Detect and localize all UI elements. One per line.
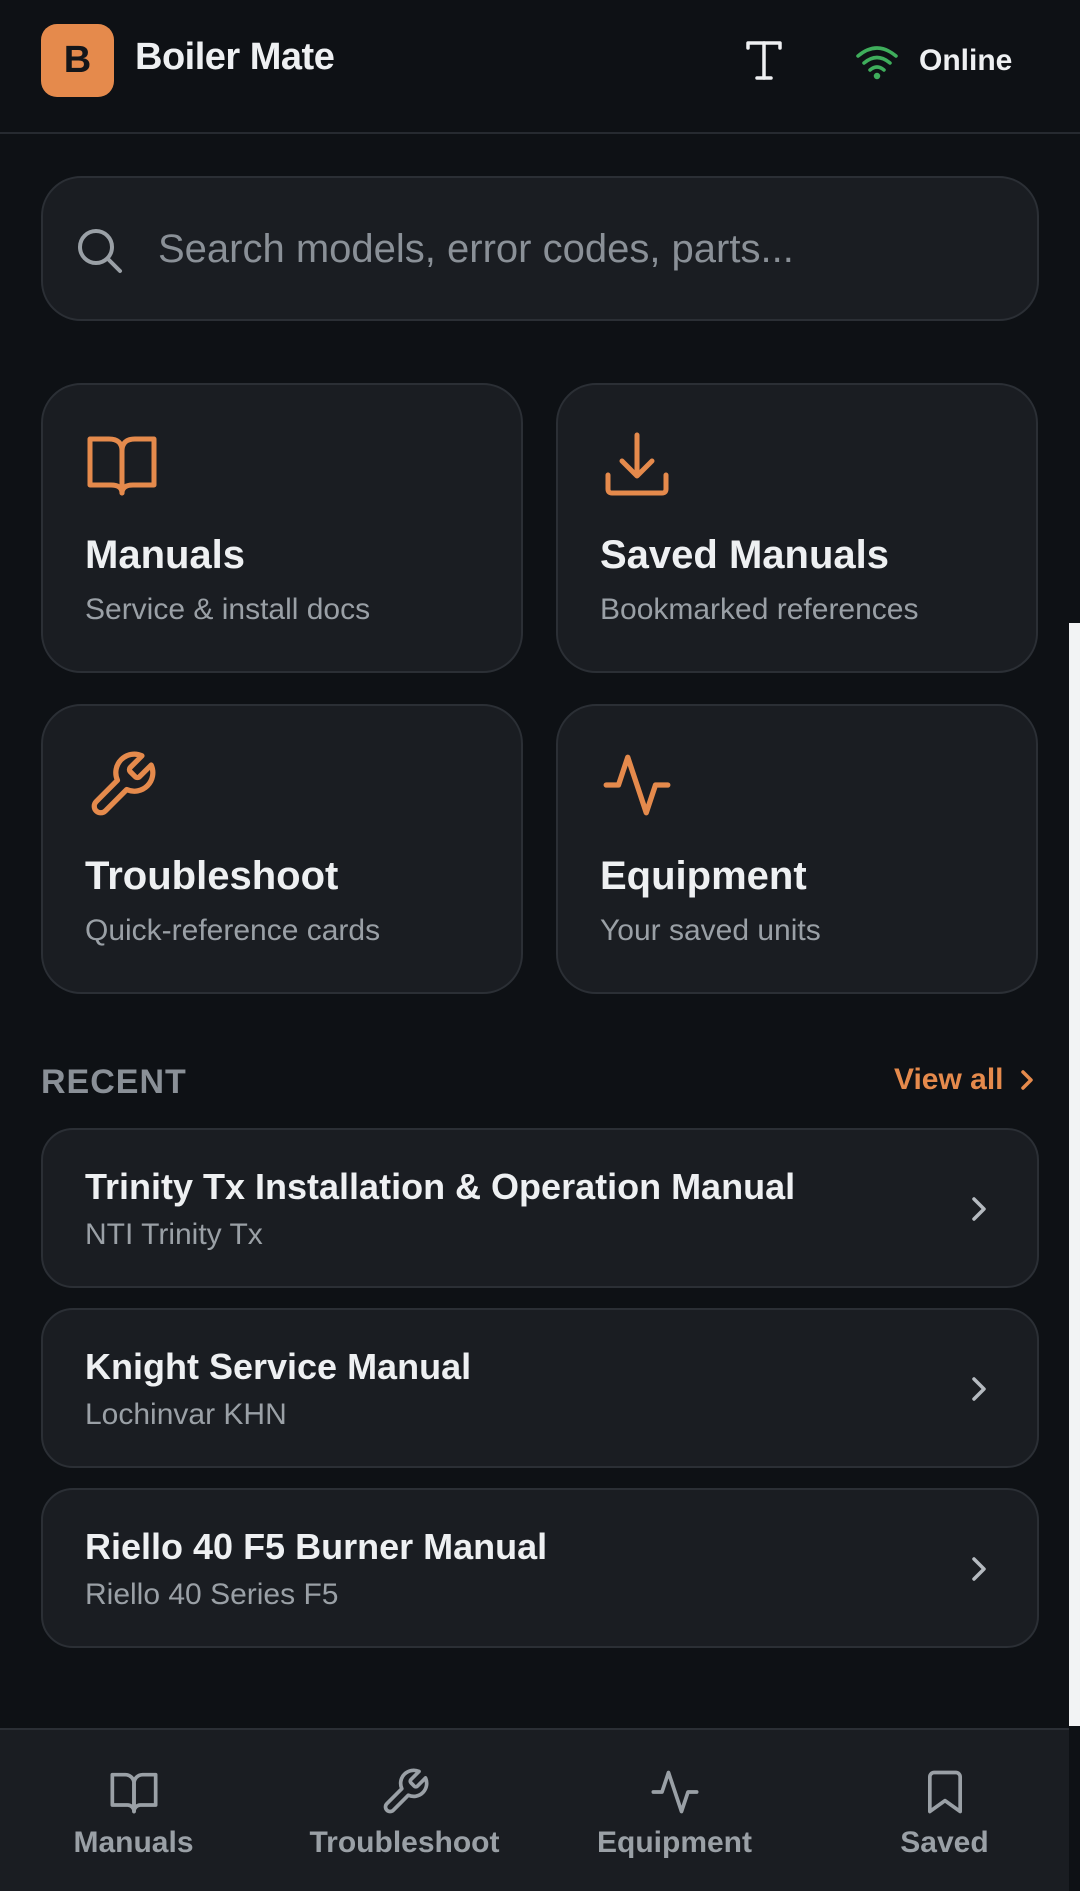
nav-label: Saved (900, 1826, 989, 1859)
connection-status: Online (919, 44, 1013, 77)
logo-letter: B (63, 39, 92, 81)
book-open-icon (109, 1772, 158, 1814)
recent-item[interactable]: Trinity Tx Installation & Operation Manu… (41, 1128, 1039, 1288)
app-logo: B (41, 24, 114, 97)
nav-item-saved[interactable]: Saved (811, 1730, 1078, 1891)
wrench-icon (383, 1768, 429, 1814)
recent-item-title: Trinity Tx Installation & Operation Manu… (85, 1166, 796, 1207)
chevron-right-icon (972, 1197, 986, 1221)
tile-subtitle: Your saved units (600, 914, 821, 947)
scrollbar[interactable] (1069, 623, 1080, 1726)
tile-title: Manuals (85, 533, 246, 577)
tile-equipment[interactable]: Equipment Your saved units (556, 704, 1038, 994)
recent-section-label: RECENT (41, 1063, 187, 1101)
text-size-icon[interactable] (740, 36, 788, 84)
search-input[interactable] (158, 208, 998, 290)
chevron-right-icon (1020, 1070, 1033, 1090)
tile-troubleshoot[interactable]: Troubleshoot Quick-reference cards (41, 704, 523, 994)
recent-item-subtitle: Riello 40 Series F5 (85, 1578, 339, 1611)
bottom-nav: Manuals Troubleshoot Equipment Saved (0, 1728, 1069, 1891)
tile-subtitle: Bookmarked references (600, 593, 919, 626)
download-icon (605, 432, 669, 496)
view-all-label: View all (894, 1063, 1004, 1096)
nav-label: Troubleshoot (309, 1826, 500, 1859)
wifi-icon (856, 46, 898, 80)
wrench-icon (91, 751, 156, 816)
tile-title: Saved Manuals (600, 533, 890, 577)
nav-item-troubleshoot[interactable]: Troubleshoot (271, 1730, 538, 1891)
tile-title: Equipment (600, 854, 807, 898)
search-icon (78, 229, 122, 273)
app-header: B Boiler Mate Online (0, 0, 1080, 134)
app-title: Boiler Mate (135, 36, 335, 78)
nav-item-manuals[interactable]: Manuals (0, 1730, 267, 1891)
recent-item-subtitle: Lochinvar KHN (85, 1398, 287, 1431)
recent-item-subtitle: NTI Trinity Tx (85, 1218, 263, 1251)
chevron-right-icon (972, 1377, 986, 1401)
search-bar[interactable] (41, 176, 1039, 321)
tile-title: Troubleshoot (85, 854, 339, 898)
recent-item[interactable]: Riello 40 F5 Burner Manual Riello 40 Ser… (41, 1488, 1039, 1648)
nav-item-equipment[interactable]: Equipment (541, 1730, 808, 1891)
bookmark-icon (927, 1770, 962, 1814)
tile-subtitle: Service & install docs (85, 593, 371, 626)
recent-item-title: Knight Service Manual (85, 1346, 472, 1387)
nav-label: Equipment (597, 1826, 752, 1859)
tile-manuals[interactable]: Manuals Service & install docs (41, 383, 523, 673)
tile-saved-manuals[interactable]: Saved Manuals Bookmarked references (556, 383, 1038, 673)
nav-label: Manuals (73, 1826, 194, 1859)
activity-icon (603, 754, 671, 816)
chevron-right-icon (972, 1557, 986, 1581)
recent-item-title: Riello 40 F5 Burner Manual (85, 1526, 548, 1567)
book-open-icon (87, 436, 157, 496)
tile-subtitle: Quick-reference cards (85, 914, 381, 947)
view-all-link[interactable]: View all (894, 1063, 1038, 1097)
activity-icon (650, 1770, 699, 1814)
recent-item[interactable]: Knight Service Manual Lochinvar KHN (41, 1308, 1039, 1468)
